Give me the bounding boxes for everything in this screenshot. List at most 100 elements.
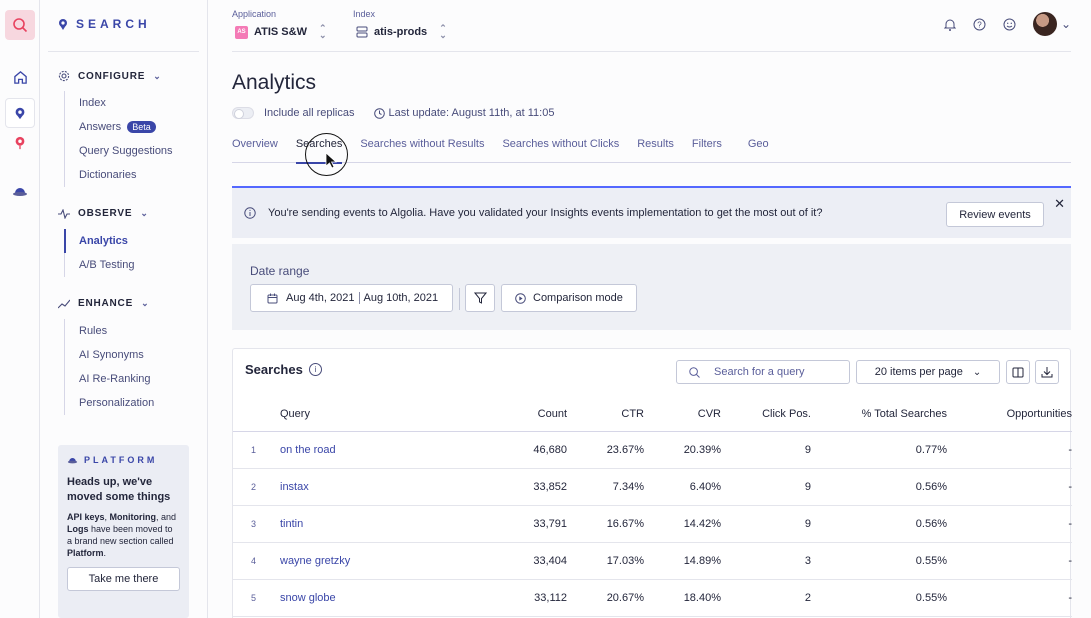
- section-observe[interactable]: OBSERVE ⌄: [58, 208, 149, 219]
- rank: 1: [233, 431, 280, 469]
- sidebar-item-personalization[interactable]: Personalization: [65, 391, 154, 415]
- replicas-toggle[interactable]: [232, 107, 254, 119]
- col-count[interactable]: Count: [440, 397, 567, 432]
- index-selector[interactable]: atis-prods ⌃ ⌄: [356, 24, 447, 40]
- sidebar-item-label: Dictionaries: [79, 169, 137, 181]
- pct-total: 0.56%: [811, 505, 947, 543]
- section-title: ENHANCE: [78, 298, 134, 309]
- col-pct-total[interactable]: % Total Searches: [811, 397, 947, 432]
- calendar-icon: [267, 293, 278, 303]
- query-link[interactable]: tintin: [280, 505, 440, 543]
- close-icon[interactable]: ✕: [1054, 196, 1065, 212]
- platform-notice: PLATFORM Heads up, we've moved some thin…: [58, 445, 189, 618]
- download-button[interactable]: [1035, 360, 1059, 384]
- play-circle-icon: [515, 292, 526, 304]
- take-me-there-button[interactable]: Take me there: [67, 567, 180, 591]
- tab-searches-without-clicks[interactable]: Searches without Clicks: [502, 138, 619, 163]
- last-update-text: Last update: August 11th, at 11:05: [388, 107, 555, 119]
- pct-total: 0.77%: [811, 431, 947, 469]
- home-icon[interactable]: [5, 62, 35, 92]
- click-pos: 9: [721, 431, 811, 469]
- sidebar-item-index[interactable]: Index: [65, 91, 173, 115]
- download-icon: [1041, 367, 1053, 378]
- query-search-input[interactable]: Search for a query: [676, 360, 850, 384]
- items-per-page-select[interactable]: 20 items per page ⌄: [856, 360, 1000, 384]
- sidebar-item-answers[interactable]: Answers Beta: [65, 115, 173, 139]
- tab-searches-without-results[interactable]: Searches without Results: [360, 138, 484, 163]
- section-configure[interactable]: CONFIGURE ⌄: [58, 70, 162, 82]
- topbar: Application AS ATIS S&W ⌃ ⌄ Index atis-pr…: [232, 0, 1071, 52]
- search-app-icon[interactable]: [5, 98, 35, 128]
- insights-alert: You're sending events to Algolia. Have y…: [232, 186, 1071, 238]
- date-range-picker[interactable]: Aug 4th, 2021 Aug 10th, 2021: [250, 284, 453, 312]
- sidebar-item-label: Rules: [79, 325, 108, 337]
- col-click-pos[interactable]: Click Pos.: [721, 397, 811, 432]
- platform-icon[interactable]: [5, 176, 35, 206]
- beta-badge: Beta: [127, 121, 156, 133]
- top-actions: ? ⌄: [943, 12, 1071, 36]
- date-separator: [358, 292, 360, 304]
- date-start: Aug 4th, 2021: [286, 292, 355, 304]
- text-strong: Platform: [67, 548, 104, 558]
- section-title: CONFIGURE: [78, 70, 146, 82]
- chevron-updown-icon: ⌃ ⌄: [318, 23, 327, 40]
- user-menu[interactable]: ⌄: [1032, 12, 1071, 36]
- platform-icon: [67, 458, 78, 464]
- page-title: Analytics: [232, 71, 317, 94]
- count: 33,404: [440, 542, 567, 580]
- ctr: 16.67%: [567, 505, 644, 543]
- col-opportunities[interactable]: Opportunities: [947, 397, 1072, 432]
- searches-card: Searches i Search for a query 20 items p…: [232, 348, 1072, 618]
- columns-button[interactable]: [1006, 360, 1030, 384]
- replicas-label: Include all replicas: [264, 107, 355, 119]
- search-icon[interactable]: [5, 10, 35, 40]
- divider: [459, 288, 460, 310]
- app-badge: AS: [235, 25, 248, 39]
- tab-filters[interactable]: Filters: [692, 138, 722, 163]
- cvr: 14.89%: [644, 542, 721, 580]
- trend-icon: [58, 299, 70, 308]
- pin-icon[interactable]: [5, 128, 35, 158]
- query-link[interactable]: on the road: [280, 431, 440, 469]
- comparison-mode-button[interactable]: Comparison mode: [501, 284, 637, 312]
- sidebar-item-dictionaries[interactable]: Dictionaries: [65, 163, 173, 187]
- bell-icon[interactable]: [943, 17, 957, 31]
- columns-icon: [1012, 367, 1024, 377]
- info-icon[interactable]: i: [308, 363, 322, 376]
- sidebar-item-analytics[interactable]: Analytics: [64, 229, 134, 253]
- smiley-icon[interactable]: [1003, 17, 1017, 31]
- help-icon[interactable]: ?: [973, 17, 987, 31]
- sidebar-item-label: Analytics: [79, 235, 128, 247]
- sidebar-item-ai-reranking[interactable]: AI Re-Ranking: [65, 367, 154, 391]
- tab-geo[interactable]: Geo: [748, 138, 769, 163]
- application-label: Application: [232, 9, 277, 19]
- application-selector[interactable]: AS ATIS S&W ⌃ ⌄: [235, 23, 327, 40]
- count: 46,680: [440, 431, 567, 469]
- tab-overview[interactable]: Overview: [232, 138, 278, 163]
- sidebar-item-rules[interactable]: Rules: [65, 319, 154, 343]
- sidebar-item-ab-testing[interactable]: A/B Testing: [65, 253, 134, 277]
- query-link[interactable]: snow globe: [280, 579, 440, 617]
- ctr: 17.03%: [567, 542, 644, 580]
- sidebar-item-label: Query Suggestions: [79, 145, 173, 157]
- opportunities: -: [947, 579, 1072, 617]
- table-row: 2 instax 33,852 7.34% 6.40% 9 0.56% -: [233, 468, 1072, 506]
- ctr: 20.67%: [567, 579, 644, 617]
- col-query[interactable]: Query: [280, 397, 440, 432]
- review-events-button[interactable]: Review events: [946, 202, 1044, 227]
- brand[interactable]: SEARCH: [58, 17, 151, 31]
- section-enhance[interactable]: ENHANCE ⌄: [58, 298, 149, 309]
- chevron-down-icon: ⌄: [972, 366, 982, 378]
- search-logo-icon: [59, 19, 67, 30]
- col-ctr[interactable]: CTR: [567, 397, 644, 432]
- sidebar-item-ai-synonyms[interactable]: AI Synonyms: [65, 343, 154, 367]
- sidebar-item-label: A/B Testing: [79, 259, 135, 271]
- tab-results[interactable]: Results: [637, 138, 674, 163]
- platform-header: PLATFORM: [67, 455, 180, 465]
- platform-header-label: PLATFORM: [84, 455, 158, 465]
- col-cvr[interactable]: CVR: [644, 397, 721, 432]
- query-link[interactable]: instax: [280, 468, 440, 506]
- query-link[interactable]: wayne gretzky: [280, 542, 440, 580]
- sidebar-item-query-suggestions[interactable]: Query Suggestions: [65, 139, 173, 163]
- filter-button[interactable]: [465, 284, 495, 312]
